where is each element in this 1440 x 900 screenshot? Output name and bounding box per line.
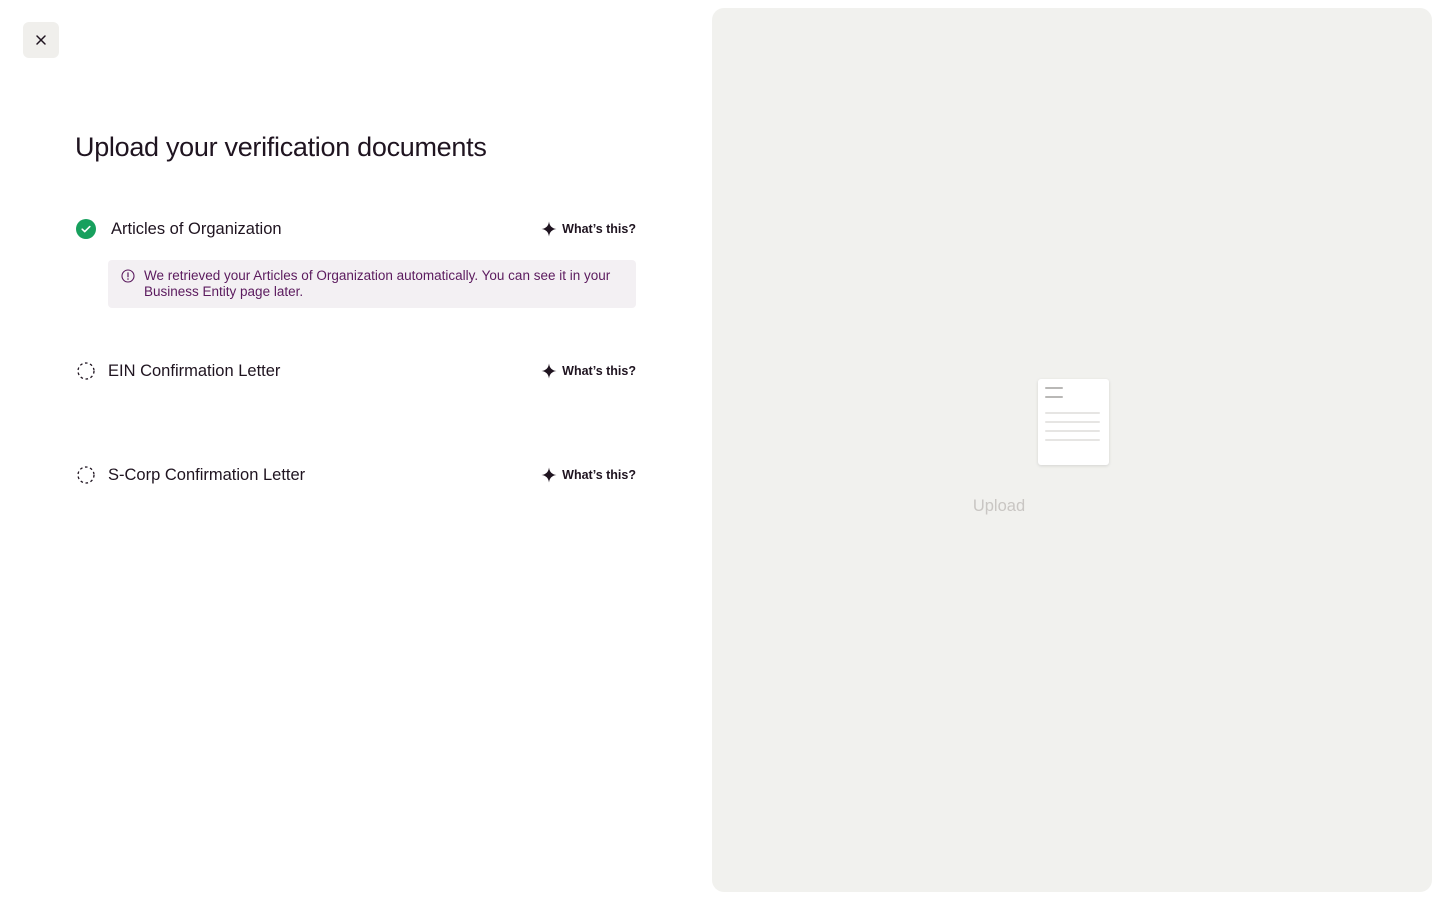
info-banner: We retrieved your Articles of Organizati… <box>108 260 636 308</box>
document-preview-panel[interactable]: Upload <box>712 8 1432 892</box>
whats-this-link[interactable]: What’s this? <box>541 363 636 379</box>
sparkle-icon <box>541 467 557 483</box>
page-title: Upload your verification documents <box>75 132 487 162</box>
whats-this-label: What’s this? <box>562 468 636 482</box>
sparkle-icon <box>541 221 557 237</box>
pending-circle-icon <box>75 465 96 486</box>
info-banner-text: We retrieved your Articles of Organizati… <box>144 268 611 299</box>
document-label: S-Corp Confirmation Letter <box>108 465 306 484</box>
info-icon <box>121 269 135 283</box>
page: Upload your verification documents Artic… <box>0 0 1440 900</box>
close-button[interactable] <box>23 22 59 58</box>
sparkle-icon <box>541 363 557 379</box>
document-row-articles-of-organization[interactable]: Articles of Organization What’s this? <box>75 217 636 241</box>
document-icon[interactable] <box>1038 379 1109 465</box>
document-row-ein-confirmation-letter[interactable]: EIN Confirmation Letter What’s this? <box>75 359 636 383</box>
check-circle-icon <box>75 219 96 240</box>
document-label: EIN Confirmation Letter <box>108 361 281 380</box>
close-icon <box>36 35 46 45</box>
pending-circle-icon <box>75 361 96 382</box>
upload-label[interactable]: Upload <box>712 497 1286 516</box>
whats-this-label: What’s this? <box>562 222 636 236</box>
whats-this-link[interactable]: What’s this? <box>541 467 636 483</box>
whats-this-link[interactable]: What’s this? <box>541 221 636 237</box>
whats-this-label: What’s this? <box>562 364 636 378</box>
document-row-s-corp-confirmation-letter[interactable]: S-Corp Confirmation Letter What’s this? <box>75 463 636 487</box>
document-label: Articles of Organization <box>111 219 282 238</box>
